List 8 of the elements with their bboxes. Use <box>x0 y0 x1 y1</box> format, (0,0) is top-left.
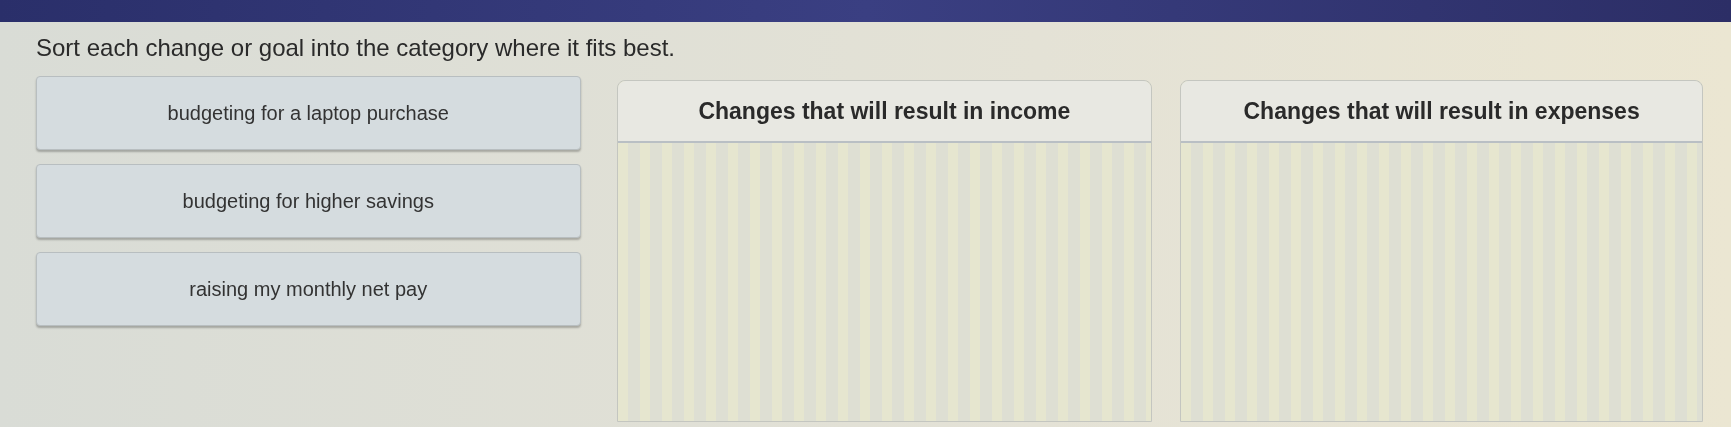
draggable-item[interactable]: raising my monthly net pay <box>36 252 581 326</box>
draggable-item[interactable]: budgeting for a laptop purchase <box>36 76 581 150</box>
category-column[interactable]: Changes that will result in expenses <box>1180 80 1703 422</box>
category-column[interactable]: Changes that will result in income <box>616 80 1153 422</box>
category-header: Changes that will result in expenses <box>1181 81 1702 143</box>
draggable-item[interactable]: budgeting for higher savings <box>36 164 581 238</box>
category-header: Changes that will result in income <box>617 81 1152 143</box>
question-text: Sort each change or goal into the category where it fits best. <box>36 34 677 62</box>
